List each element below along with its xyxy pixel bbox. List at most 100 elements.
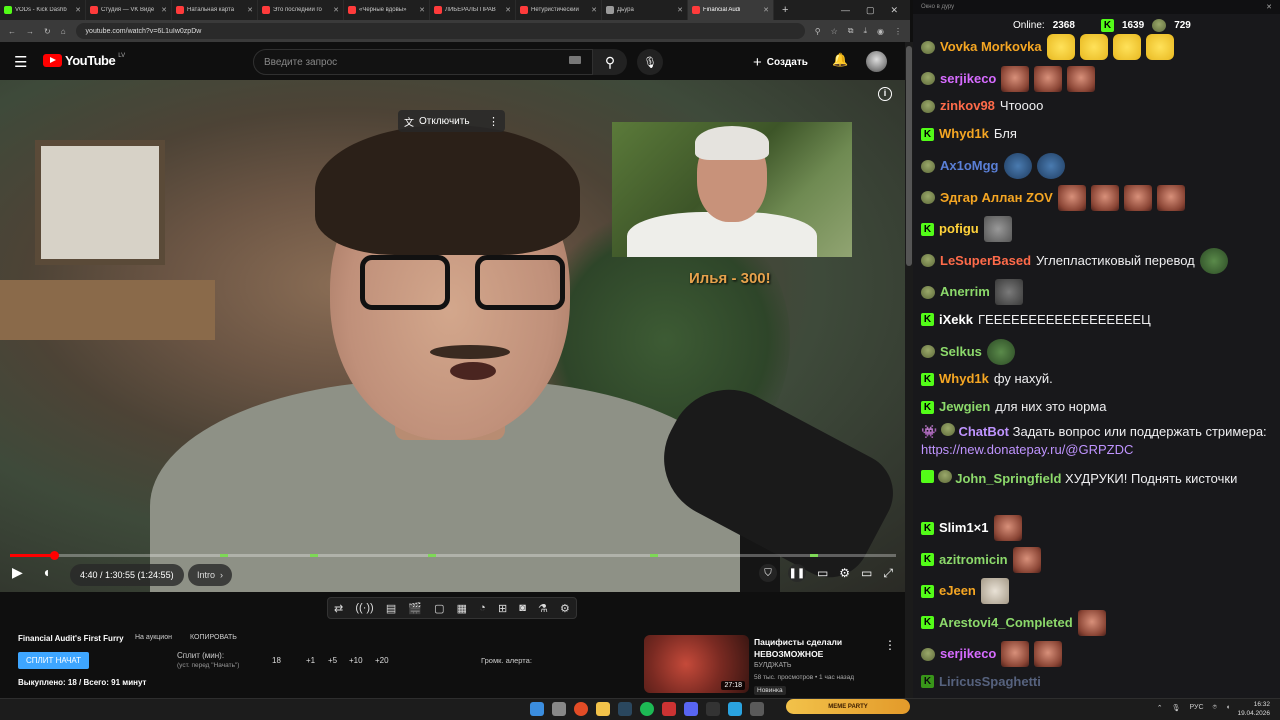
notifications-bell-icon[interactable]: 🔔 <box>832 52 848 68</box>
progress-bar[interactable] <box>10 551 896 560</box>
browser-tab[interactable]: ЛИБЕРАЛЫ ПРАВ ✕ <box>430 0 516 20</box>
broadcast-icon[interactable]: ((·)) <box>355 602 373 614</box>
chat-username[interactable]: zinkov98 <box>940 97 995 115</box>
page-scrollbar[interactable] <box>905 42 913 698</box>
chat-username[interactable]: ChatBot <box>958 424 1009 439</box>
chat-username[interactable]: John_Springfield <box>955 471 1061 486</box>
loop-icon[interactable]: ⇄ <box>334 602 343 615</box>
window-close-icon[interactable]: ✕ <box>890 5 898 16</box>
meme-party-widget[interactable]: MEME PARTY <box>786 699 910 714</box>
chat-username[interactable]: Whyd1k <box>939 370 989 388</box>
lang-indicator[interactable]: РУС <box>1190 704 1204 712</box>
clapper-icon[interactable]: 🎬 <box>408 602 422 615</box>
spotify-icon[interactable] <box>640 702 654 716</box>
avatar[interactable] <box>866 51 887 72</box>
close-icon[interactable]: ✕ <box>1266 3 1272 11</box>
chat-username[interactable]: LeSuperBased <box>940 252 1031 270</box>
chat-username[interactable]: Anerrim <box>940 283 990 301</box>
frame-icon[interactable]: ▢ <box>434 602 444 615</box>
pause-toggle-icon[interactable]: ❚❚ <box>787 564 806 582</box>
back-icon[interactable]: ← <box>8 27 16 36</box>
browser-tab[interactable]: Дьура ✕ <box>602 0 688 20</box>
chat-username[interactable]: iXekk <box>939 311 973 329</box>
explorer-icon[interactable] <box>596 702 610 716</box>
add-clip-icon[interactable]: ⊞ <box>498 602 507 615</box>
hamburger-menu-icon[interactable]: ☰ <box>14 53 27 71</box>
app-icon[interactable] <box>662 702 676 716</box>
scrollbar-thumb[interactable] <box>906 46 912 266</box>
app2-icon[interactable] <box>750 702 764 716</box>
auction-button[interactable]: На аукцион <box>135 634 172 641</box>
chat-username[interactable]: serjikeco <box>940 645 996 663</box>
chat-username[interactable]: Whyd1k <box>939 125 989 143</box>
donate-link[interactable]: https://new.donatepay.ru/@GRPZDC <box>921 442 1133 457</box>
chat-username[interactable]: Selkus <box>940 343 982 361</box>
telegram-icon[interactable] <box>728 702 742 716</box>
add-1-button[interactable]: +1 <box>306 656 315 665</box>
reload-icon[interactable]: ↻ <box>44 27 51 36</box>
browser-tab[interactable]: Financial Audi ✕ <box>688 0 774 20</box>
fullscreen-icon[interactable]: ⤢ <box>883 566 893 581</box>
home-icon[interactable]: ⌂ <box>61 27 66 36</box>
browser-tab[interactable]: «Черные вдовы» ✕ <box>344 0 430 20</box>
chat-username[interactable]: Ax1oMgg <box>940 157 999 175</box>
related-channel[interactable]: БУЛДЖАТЬ <box>754 662 791 669</box>
chat-username[interactable]: Slim1×1 <box>939 519 989 537</box>
youtube-logo[interactable]: YouTube LV <box>43 53 125 68</box>
chat-username[interactable]: eJeen <box>939 582 976 600</box>
speed-icon[interactable]: ◔ <box>479 602 486 614</box>
more-menu-icon[interactable]: ⋮ <box>894 27 902 36</box>
voice-search-button[interactable]: 🎙 <box>637 49 663 75</box>
zoom-icon[interactable]: ⚲ <box>815 27 821 36</box>
discord-icon[interactable] <box>684 702 698 716</box>
flask-icon[interactable]: ⚗ <box>538 602 548 615</box>
browser-tab[interactable]: Это последний го ✕ <box>258 0 344 20</box>
tab-close-icon[interactable]: ✕ <box>419 6 425 14</box>
related-more-icon[interactable]: ⋮ <box>884 638 896 652</box>
start-icon[interactable] <box>530 702 544 716</box>
url-field[interactable]: youtube.com/watch?v=6L1uIw0zpDw <box>75 23 805 39</box>
clock[interactable]: 16:32 19.04.2026 <box>1237 700 1270 718</box>
info-icon[interactable]: i <box>878 87 892 101</box>
tab-close-icon[interactable]: ✕ <box>505 6 511 14</box>
chat-username[interactable]: LiricusSpaghetti <box>939 673 1041 691</box>
tab-close-icon[interactable]: ✕ <box>161 6 167 14</box>
split-start-button[interactable]: СПЛИТ НАЧАТ <box>18 652 89 669</box>
related-video-thumbnail[interactable]: 27:18 <box>644 635 749 693</box>
obs-icon[interactable] <box>706 702 720 716</box>
subtitles-icon[interactable]: ▭ <box>817 566 828 580</box>
chapter-button[interactable]: Intro › <box>188 564 233 586</box>
add-5-button[interactable]: +5 <box>328 656 337 665</box>
split-value[interactable]: 18 <box>272 656 281 665</box>
search-button[interactable]: ⚲ <box>593 49 627 75</box>
chrome-icon[interactable] <box>574 702 588 716</box>
forward-icon[interactable]: → <box>26 27 34 36</box>
copy-button[interactable]: КОПИРОВАТЬ <box>190 634 237 641</box>
theater-mode-icon[interactable]: ▭ <box>861 566 872 580</box>
translate-more-icon[interactable]: ⋮ <box>488 115 499 128</box>
steam-icon[interactable] <box>618 702 632 716</box>
minimize-icon[interactable]: — <box>841 5 850 16</box>
chat-username[interactable]: Arestovi4_Completed <box>939 614 1073 632</box>
extensions-icon[interactable]: ⧉ <box>848 26 854 36</box>
volume-icon[interactable]: ◖ <box>42 564 50 580</box>
play-icon[interactable]: ▶ <box>12 564 23 581</box>
search-taskbar-icon[interactable] <box>552 702 566 716</box>
create-button[interactable]: + Создать <box>753 51 819 73</box>
chat-username[interactable]: Jewgien <box>939 398 990 416</box>
browser-tab[interactable]: Нетуристический ✕ <box>516 0 602 20</box>
camera-icon[interactable]: ◙ <box>519 602 526 614</box>
mic-tray-icon[interactable]: 🎙 <box>1172 704 1181 712</box>
add-20-button[interactable]: +20 <box>375 656 389 665</box>
browser-tab[interactable]: VODs - Kick Dashb ✕ <box>0 0 86 20</box>
profile-icon[interactable]: ◉ <box>877 27 884 36</box>
shield-icon[interactable]: ⛉ <box>758 564 777 582</box>
chevron-up-icon[interactable]: ⌃ <box>1157 704 1163 712</box>
filmstrip-icon[interactable]: ▤ <box>386 602 396 615</box>
chat-username[interactable]: Vovka Morkovka <box>940 38 1042 56</box>
tab-close-icon[interactable]: ✕ <box>333 6 339 14</box>
bookmark-star-icon[interactable]: ☆ <box>831 27 838 36</box>
download-icon[interactable]: ⤓ <box>863 26 867 36</box>
chat-username[interactable]: pofigu <box>939 220 979 238</box>
progress-knob[interactable] <box>50 551 60 560</box>
